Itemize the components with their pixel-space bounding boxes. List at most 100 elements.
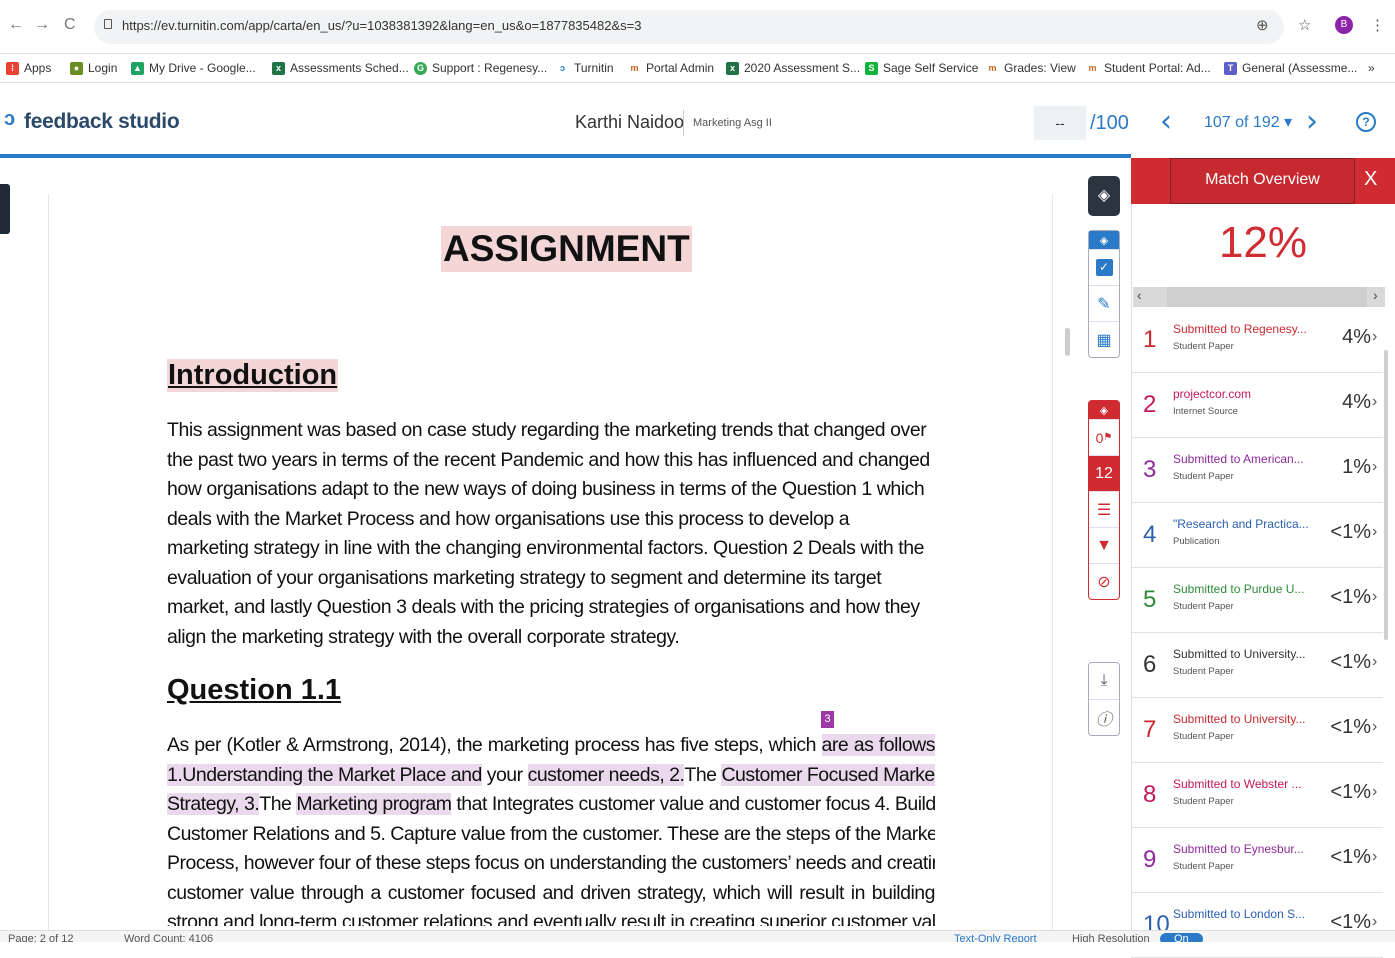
flags-count[interactable]: 0 ⚑ [1089,419,1119,455]
matched-text[interactable]: 1.Understanding the Market Place and [167,763,482,786]
match-item-5[interactable]: 5 Submitted to Purdue U... Student Paper <1… [1131,568,1383,633]
match-source[interactable]: Submitted to Eynesbur... [1173,842,1304,856]
rubric-grid-icon[interactable]: ▦ [1089,321,1119,357]
matched-text[interactable]: Customer Focused Marketing [721,763,935,786]
grade-input[interactable]: -- [1034,106,1086,140]
download-icon[interactable]: ⤓ [1089,663,1119,699]
match-item-8[interactable]: 8 Submitted to Webster ... Student Paper <1… [1131,763,1383,828]
bookmark-login[interactable]: ● Login [70,61,117,75]
match-type: Student Paper [1173,601,1234,612]
help-icon[interactable]: ? [1356,112,1376,132]
feedback-edit-icon[interactable]: ✎ [1089,285,1119,321]
match-type: Student Paper [1173,861,1234,872]
bookmark-student-portal[interactable]: m Student Portal: Ad... [1086,61,1211,75]
chevron-right-icon[interactable]: › [1372,913,1377,931]
info-icon[interactable]: ⓘ [1089,699,1119,735]
match-item-7[interactable]: 7 Submitted to University... Student Paper… [1131,698,1383,763]
panel-vertical-scrollbar[interactable] [1384,350,1388,640]
match-count[interactable]: 12 [1089,455,1119,491]
match-source[interactable]: Submitted to University... [1173,647,1306,661]
chevron-right-icon[interactable]: › [1372,588,1377,606]
match-item-1[interactable]: 1 Submitted to Regenesy... Student Paper 4%… [1131,308,1383,373]
chevron-right-icon[interactable]: › [1372,653,1377,671]
panel-horizontal-scrollbar[interactable]: ‹ › [1133,287,1385,307]
match-percentage: <1% [1330,781,1371,803]
scrollbar-thumb[interactable] [1167,287,1367,307]
close-icon[interactable]: X [1364,168,1377,191]
bookmark-portal-admin[interactable]: m Portal Admin [628,61,714,75]
matched-text[interactable]: are as follows [821,734,935,756]
matched-text[interactable]: Marketing program [296,793,452,815]
chevron-right-icon[interactable]: › [1372,393,1377,411]
browser-menu-icon[interactable]: ⋮ [1370,16,1385,34]
bookmark-2020-assessment[interactable]: x 2020 Assessment S... [726,61,860,75]
chevron-right-icon[interactable]: › [1372,523,1377,541]
match-number: 6 [1143,651,1157,678]
bookmark-grades[interactable]: m Grades: View [986,61,1076,75]
zoom-icon[interactable]: ⊕ [1256,16,1269,34]
chevron-right-icon[interactable]: › [1372,718,1377,736]
previous-paper-icon[interactable]: ‹ [1160,104,1172,139]
match-type: Student Paper [1173,731,1234,742]
match-source[interactable]: Submitted to University... [1173,712,1306,726]
matched-text[interactable]: Strategy, 3. [167,793,260,815]
grading-layer-icon[interactable]: ◈ [1089,231,1119,249]
layers-icon[interactable]: ◈ [1088,176,1120,216]
match-marker-3[interactable]: 3 [821,711,834,728]
paragraph-line: customer value through a customer focuse… [167,881,935,904]
checkbox-icon[interactable]: ✓ [1089,249,1119,285]
match-item-3[interactable]: 3 Submitted to American... Student Paper 1%… [1131,438,1383,503]
match-item-10[interactable]: 10 Submitted to London S... <1% › [1131,893,1383,958]
bookmark-support[interactable]: G Support : Regenesy... [414,61,547,75]
match-item-9[interactable]: 9 Submitted to Eynesbur... Student Paper <1… [1131,828,1383,893]
match-item-6[interactable]: 6 Submitted to University... Student Paper… [1131,633,1383,698]
text-only-report-link[interactable]: Text-Only Report [954,933,1037,942]
exclude-icon[interactable]: ⊘ [1089,563,1119,599]
back-icon[interactable]: ← [8,16,24,34]
more-bookmarks-icon[interactable]: » [1368,61,1375,75]
match-source[interactable]: Submitted to Regenesy... [1173,322,1307,336]
match-type: Student Paper [1173,341,1234,352]
match-source[interactable]: "Research and Practica... [1173,517,1309,531]
chevron-right-icon[interactable]: › [1372,783,1377,801]
match-source[interactable]: projectcor.com [1173,387,1251,401]
bookmark-apps[interactable]: ⁞ Apps [6,61,51,75]
bookmark-sage[interactable]: S Sage Self Service [865,61,978,75]
browser-address-bar: ← → C https://ev.turnitin.com/app/carta/… [0,0,1395,54]
scroll-left-icon[interactable]: ‹ [1137,287,1142,303]
match-source[interactable]: Submitted to London S... [1173,907,1305,921]
bookmark-drive[interactable]: ▲ My Drive - Google... [131,61,256,75]
next-paper-icon[interactable]: › [1306,104,1318,139]
match-number: 2 [1143,391,1157,418]
match-number: 3 [1143,456,1157,483]
high-resolution-toggle[interactable]: On [1160,933,1203,942]
scroll-right-icon[interactable]: › [1373,287,1378,303]
high-resolution-label: High Resolution [1072,933,1150,942]
drive-icon: ▲ [131,61,144,75]
forward-icon[interactable]: → [34,16,50,34]
match-source[interactable]: Submitted to Webster ... [1173,777,1302,791]
bookmark-turnitin[interactable]: ↄ Turnitin [556,61,614,75]
filter-icon[interactable]: ▼ [1089,527,1119,563]
match-source[interactable]: Submitted to Purdue U... [1173,582,1304,596]
turnitin-logo-icon: ↄ [4,108,16,130]
chevron-right-icon[interactable]: › [1372,848,1377,866]
side-drawer-handle[interactable] [0,184,10,234]
bookmark-star-icon[interactable]: ☆ [1298,16,1311,34]
match-source[interactable]: Submitted to American... [1173,452,1304,466]
similarity-layer-icon[interactable]: ◈ [1089,401,1119,419]
word-count: Word Count: 4106 [124,933,214,942]
bookmark-assessments[interactable]: x Assessments Sched... [272,61,409,75]
paper-position-dropdown[interactable]: 107 of 192 ▾ [1204,112,1292,132]
url-text[interactable]: https://ev.turnitin.com/app/carta/en_us/… [122,18,641,33]
document-scrollbar[interactable] [1065,328,1070,356]
match-list-icon[interactable]: ☰ [1089,491,1119,527]
match-item-4[interactable]: 4 "Research and Practica... Publication <1%… [1131,503,1383,568]
matched-text[interactable]: customer needs, 2. [527,763,685,786]
chevron-right-icon[interactable]: › [1372,328,1377,346]
chevron-right-icon[interactable]: › [1372,458,1377,476]
reload-icon[interactable]: C [64,16,76,34]
bookmark-general[interactable]: T General (Assessme... [1224,61,1357,75]
profile-avatar[interactable]: B [1335,16,1353,34]
match-item-2[interactable]: 2 projectcor.com Internet Source 4% › [1131,373,1383,438]
